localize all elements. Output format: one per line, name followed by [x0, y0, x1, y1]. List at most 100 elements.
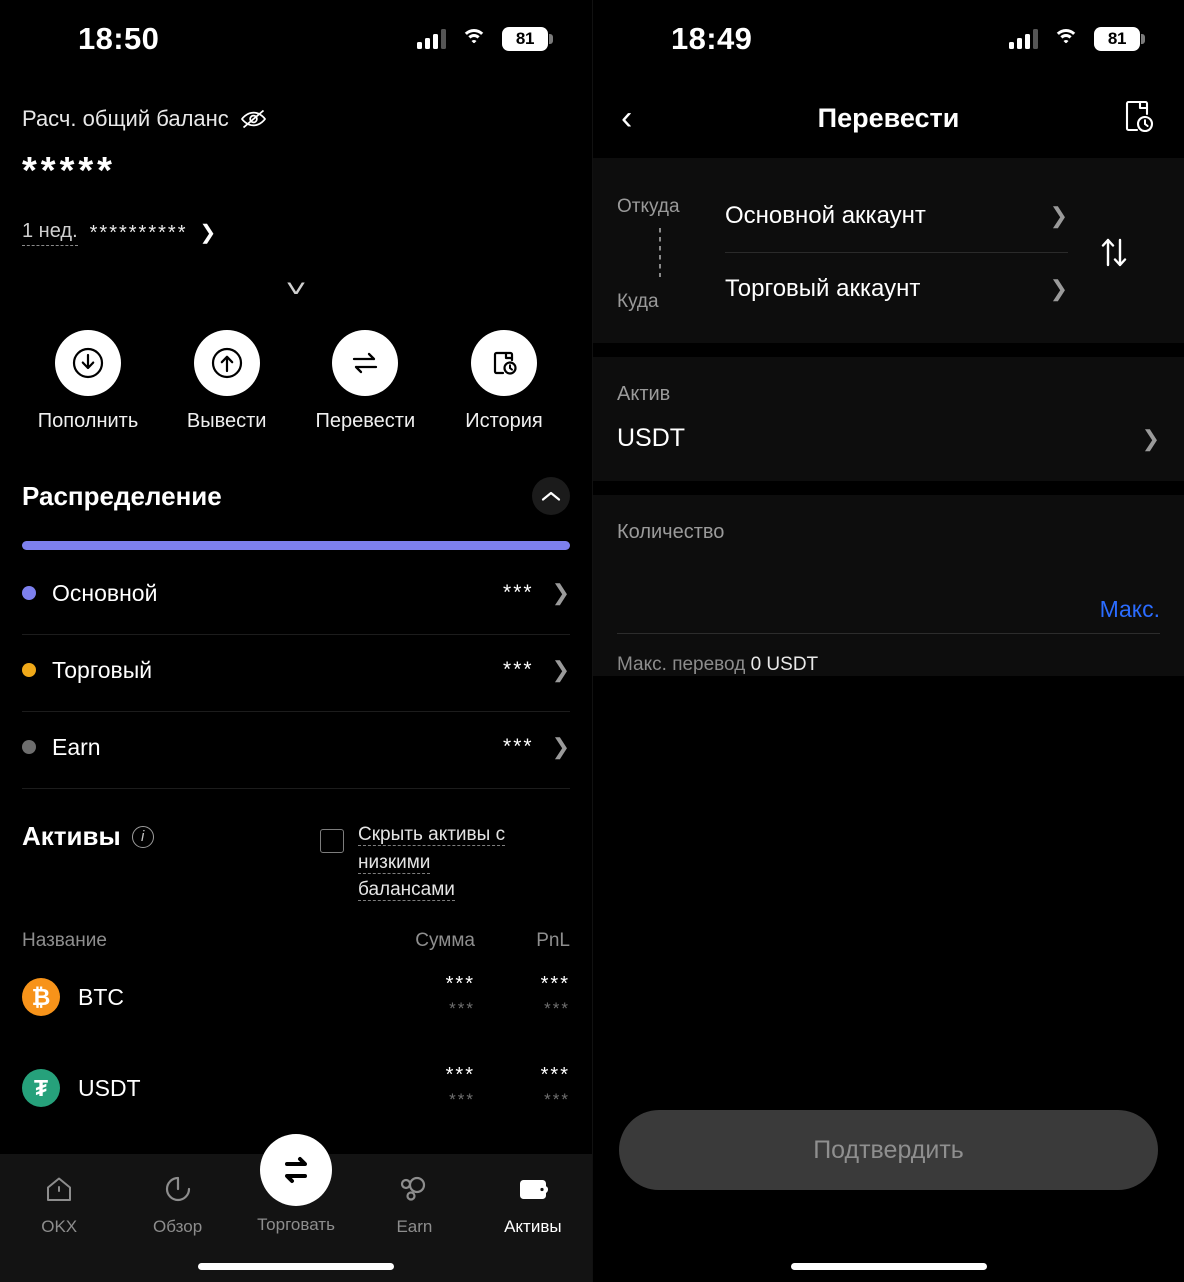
expand-balance-button[interactable]: ˅ — [22, 276, 570, 304]
period-selector[interactable]: 1 нед. — [22, 220, 78, 246]
from-account-selector[interactable]: Основной аккаунт ❯ — [725, 180, 1068, 252]
home-indicator — [198, 1263, 394, 1270]
max-amount-button[interactable]: Макс. — [1100, 596, 1160, 633]
distribution-item-earn[interactable]: Earn *** ❯ — [22, 712, 570, 782]
chevron-right-icon: ❯ — [1141, 425, 1160, 451]
action-deposit[interactable]: Пополнить — [38, 330, 138, 433]
asset-value-row[interactable]: USDT ❯ — [617, 424, 1160, 453]
distribution-name: Основной — [52, 579, 158, 606]
asset-amount: *** — [445, 973, 475, 996]
from-to-labels: Откуда Куда — [617, 180, 725, 325]
home-indicator — [790, 1263, 987, 1270]
trade-swap-icon[interactable] — [260, 1134, 333, 1206]
from-label: Откуда — [617, 196, 680, 217]
period-pnl-row[interactable]: 1 нед. ********** ❯ — [22, 220, 570, 246]
action-label: Вывести — [186, 410, 267, 432]
chevron-right-icon: ❯ — [1049, 203, 1068, 228]
usdt-icon: ₮ — [22, 1069, 60, 1108]
confirm-area: Подтвердить — [593, 1110, 1184, 1190]
chevron-right-icon: ❯ — [551, 657, 570, 682]
chevron-right-icon: ❯ — [551, 580, 570, 605]
color-dot — [22, 740, 36, 754]
distribution-title: Распределение — [22, 480, 222, 511]
tab-label: Earn — [396, 1217, 433, 1236]
collapse-distribution-button[interactable] — [532, 477, 570, 515]
wifi-icon — [461, 29, 487, 49]
home-icon — [44, 1170, 74, 1208]
distribution-bar — [22, 541, 570, 550]
quick-actions: Пополнить Вывести Перевести История — [0, 330, 592, 433]
asset-label: Актив — [617, 383, 671, 405]
info-icon[interactable]: i — [131, 825, 154, 848]
distribution-item-funding[interactable]: Основной *** ❯ — [22, 558, 570, 628]
to-account-selector[interactable]: Торговый аккаунт ❯ — [725, 253, 1068, 325]
bottom-tab-bar: OKX Обзор Торговать Earn Активы — [0, 1134, 592, 1282]
color-dot — [22, 663, 36, 677]
cellular-signal-icon — [1009, 29, 1038, 49]
action-transfer[interactable]: Перевести — [316, 330, 415, 433]
swap-vertical-icon — [1101, 238, 1127, 266]
from-to-block: Откуда Куда Основной аккаунт ❯ Торговый … — [593, 158, 1184, 343]
chevron-down-icon: ˅ — [285, 276, 307, 303]
asset-pnl-sub: *** — [544, 999, 570, 1019]
tab-label: Торговать — [257, 1215, 335, 1234]
asset-amount-sub: *** — [449, 1090, 475, 1110]
from-to-values: Основной аккаунт ❯ Торговый аккаунт ❯ — [725, 180, 1068, 325]
distribution-list: Основной *** ❯ Торговый *** ❯ Earn *** ❯ — [22, 558, 570, 789]
tab-label: Активы — [504, 1217, 562, 1236]
tab-trade[interactable]: Торговать — [237, 1134, 355, 1235]
amount-input-row[interactable]: Макс. — [617, 544, 1160, 634]
section-gap — [593, 343, 1184, 357]
asset-symbol: BTC — [78, 983, 124, 1010]
assets-header: Активы i Скрыть активы с низкими баланса… — [22, 821, 570, 904]
tab-earn[interactable]: Earn — [355, 1170, 473, 1237]
btc-icon: ₿ — [22, 978, 60, 1017]
table-row[interactable]: ₿ BTC *** *** *** *** — [22, 952, 570, 1043]
distribution-header: Распределение — [22, 477, 570, 515]
tab-markets[interactable]: Обзор — [118, 1170, 236, 1237]
asset-amount-cell: *** *** — [325, 972, 475, 1022]
column-name: Название — [22, 929, 107, 951]
dual-screenshot: 18:50 81 Расч. общий баланс ***** 1 нед.… — [0, 0, 1184, 1282]
distribution-item-trading[interactable]: Торговый *** ❯ — [22, 635, 570, 705]
period-pnl-value: ********** — [89, 221, 188, 244]
chevron-right-icon: ❯ — [199, 222, 217, 244]
total-balance-value: ***** — [22, 150, 116, 192]
transfer-history-button[interactable] — [1120, 97, 1156, 140]
page-title: Перевести — [817, 102, 960, 133]
table-row[interactable]: ₮ USDT *** *** *** *** — [22, 1043, 570, 1134]
distribution-name: Earn — [52, 733, 101, 760]
action-label: История — [465, 410, 543, 432]
tab-okx[interactable]: OKX — [0, 1170, 118, 1237]
chevron-right-icon: ❯ — [551, 734, 570, 759]
distribution-value: *** — [503, 735, 534, 758]
hide-low-balances-label: Скрыть активы с низкими балансами — [358, 821, 570, 904]
max-transfer-note: Макс. перевод 0 USDT — [617, 654, 1160, 676]
coin-glyph: ₿ — [31, 983, 51, 1010]
wallet-icon — [517, 1170, 549, 1208]
history-icon — [470, 330, 537, 396]
amount-input[interactable] — [617, 592, 1100, 633]
action-history[interactable]: История — [456, 330, 552, 433]
confirm-button[interactable]: Подтвердить — [619, 1110, 1158, 1190]
chevron-right-icon: ❯ — [1049, 276, 1068, 301]
asset-pnl-cell: *** *** — [475, 1063, 570, 1113]
tab-assets[interactable]: Активы — [474, 1170, 592, 1237]
asset-amount-cell: *** *** — [325, 1063, 475, 1113]
hide-low-balances-toggle[interactable]: Скрыть активы с низкими балансами — [320, 821, 570, 904]
asset-pnl: *** — [540, 1064, 570, 1087]
withdraw-icon — [193, 330, 260, 396]
color-dot — [22, 586, 36, 600]
action-withdraw[interactable]: Вывести — [179, 330, 275, 433]
assets-screen: 18:50 81 Расч. общий баланс ***** 1 нед.… — [0, 0, 592, 1282]
asset-selector-card[interactable]: Актив USDT ❯ — [593, 357, 1184, 481]
tab-label: OKX — [41, 1217, 78, 1236]
asset-pnl-sub: *** — [544, 1090, 570, 1110]
hide-balance-icon[interactable] — [240, 109, 267, 129]
hide-low-balances-checkbox[interactable] — [320, 829, 344, 853]
asset-pnl-cell: *** *** — [475, 972, 570, 1022]
back-button[interactable]: ‹ — [621, 101, 665, 135]
swap-accounts-button[interactable] — [1068, 180, 1160, 325]
coin-glyph: ₮ — [33, 1074, 49, 1101]
deposit-icon — [55, 330, 121, 396]
